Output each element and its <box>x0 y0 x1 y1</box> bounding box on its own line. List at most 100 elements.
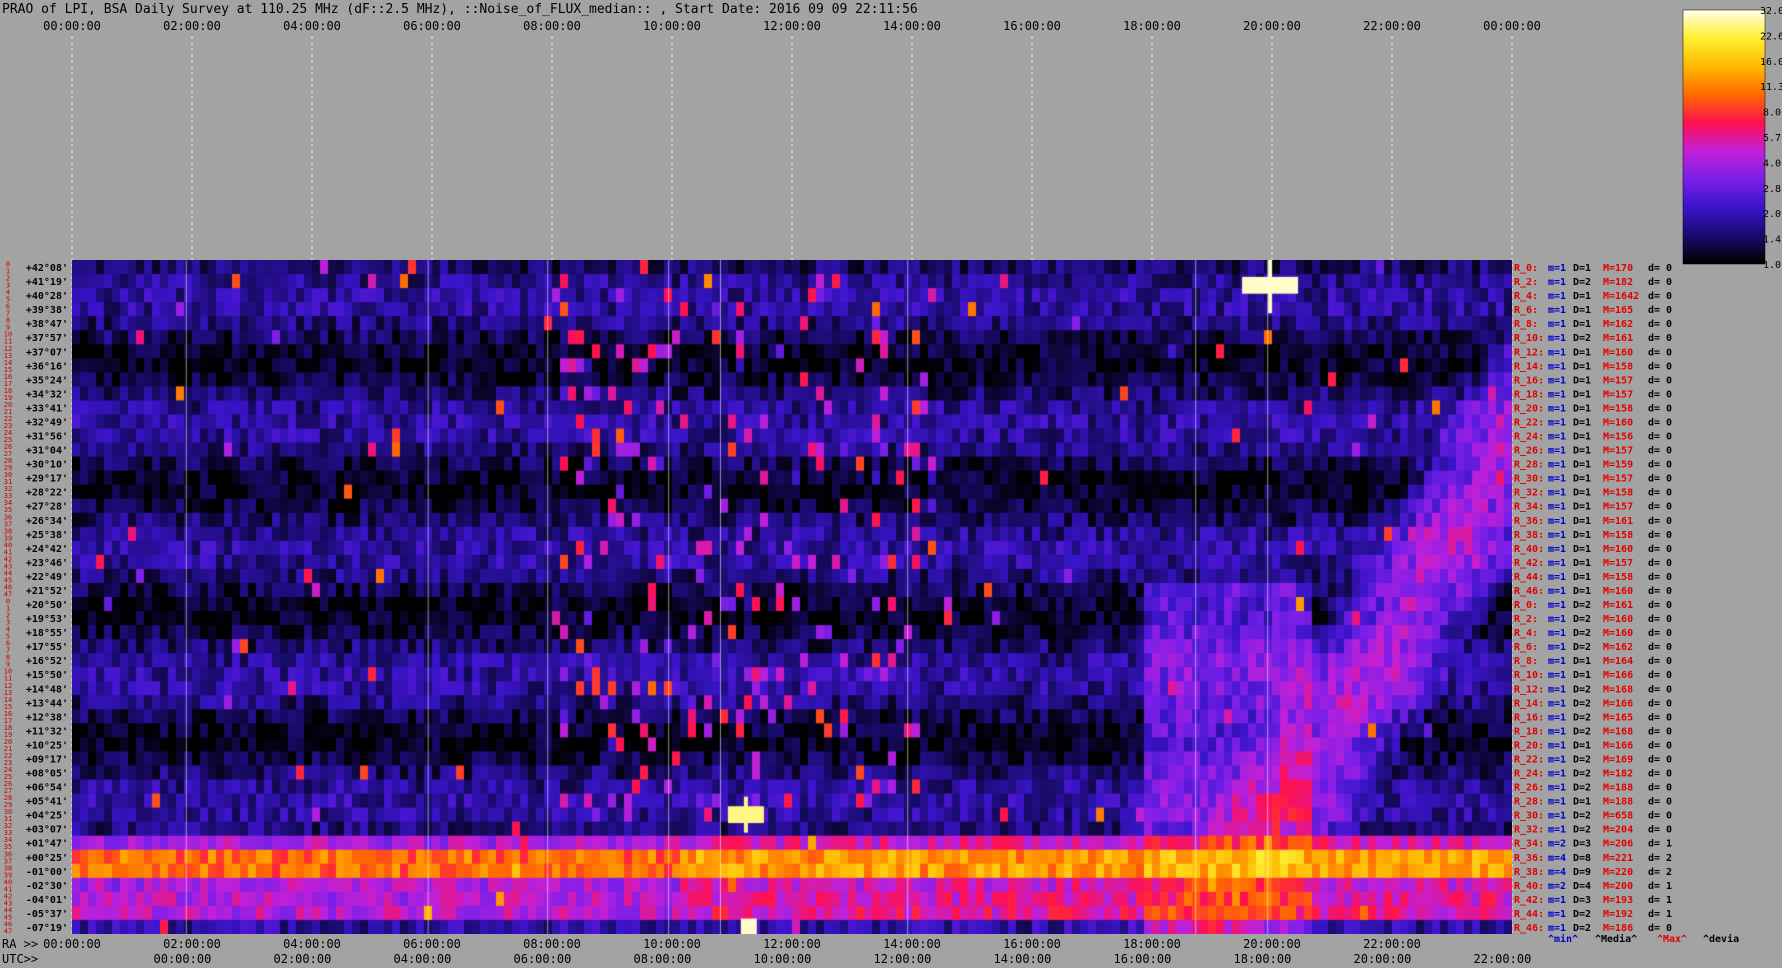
colorbar-tick-label: 22.6 <box>1760 31 1782 42</box>
stat-devia: d= 0 <box>1648 403 1672 414</box>
stat-row-label: R_24: <box>1514 769 1544 780</box>
stat-min: m=1 <box>1548 909 1566 920</box>
stat-devia: d= 0 <box>1648 460 1672 471</box>
stat-devia: d= 0 <box>1648 389 1672 400</box>
stat-min: m=1 <box>1548 460 1566 471</box>
dec-label: +36°16' <box>26 361 68 372</box>
stat-median: D=2 <box>1573 783 1591 794</box>
stat-min: m=1 <box>1548 754 1566 765</box>
stat-max: M=193 <box>1603 895 1633 906</box>
stat-max: M=157 <box>1603 474 1633 485</box>
dec-label: +28°22' <box>26 488 68 499</box>
dec-label: -07°19' <box>26 923 68 934</box>
stat-max: M=166 <box>1603 698 1633 709</box>
dec-label: +14°48' <box>26 684 68 695</box>
stat-row-label: R_46: <box>1514 923 1544 934</box>
ra-tick-label: 02:00:00 <box>163 937 221 951</box>
stat-min: m=1 <box>1548 797 1566 808</box>
stat-median: D=2 <box>1573 712 1591 723</box>
stat-devia: d= 0 <box>1648 277 1672 288</box>
stat-min: m=1 <box>1548 558 1566 569</box>
stat-min: m=1 <box>1548 530 1566 541</box>
stat-devia: d= 0 <box>1648 740 1672 751</box>
stat-max: M=158 <box>1603 488 1633 499</box>
stat-devia: d= 0 <box>1648 432 1672 443</box>
stat-row-label: R_40: <box>1514 544 1544 555</box>
stat-row-label: R_18: <box>1514 389 1544 400</box>
stat-median: D=2 <box>1573 684 1591 695</box>
stat-min: m=1 <box>1548 670 1566 681</box>
dec-label: +34°32' <box>26 389 68 400</box>
ra-tick-label: 00:00:00 <box>43 937 101 951</box>
stat-devia: d= 0 <box>1648 417 1672 428</box>
stat-row-label: R_40: <box>1514 881 1544 892</box>
stat-median: D=1 <box>1573 361 1591 372</box>
dec-label: +10°25' <box>26 740 68 751</box>
stat-devia: d= 0 <box>1648 923 1672 934</box>
colorbar-tick-label: 16.0 <box>1760 57 1782 68</box>
stat-min: m=1 <box>1548 291 1566 302</box>
stat-max: M=188 <box>1603 783 1633 794</box>
colorbar-tick-label: 8.0 <box>1763 108 1781 119</box>
dec-label: +04°25' <box>26 811 68 822</box>
stat-row-label: R_38: <box>1514 530 1544 541</box>
stat-row-label: R_18: <box>1514 726 1544 737</box>
stat-max: M=192 <box>1603 909 1633 920</box>
stat-max: M=158 <box>1603 403 1633 414</box>
dec-label: +22°49' <box>26 572 68 583</box>
stat-min: m=1 <box>1548 783 1566 794</box>
stat-devia: d= 0 <box>1648 698 1672 709</box>
stat-median: D=2 <box>1573 614 1591 625</box>
stat-median: D=1 <box>1573 544 1591 555</box>
stat-median: D=2 <box>1573 769 1591 780</box>
stat-median: D=2 <box>1573 698 1591 709</box>
top-tick-label: 00:00:00 <box>43 19 101 33</box>
stat-median: D=1 <box>1573 572 1591 583</box>
stat-max: M=166 <box>1603 740 1633 751</box>
stat-devia: d= 0 <box>1648 783 1672 794</box>
stat-row-label: R_4: <box>1514 628 1538 639</box>
stat-median: D=1 <box>1573 417 1591 428</box>
stat-row-label: R_38: <box>1514 867 1544 878</box>
heatmap-raster <box>72 260 1512 934</box>
stat-devia: d= 0 <box>1648 361 1672 372</box>
stat-max: M=200 <box>1603 881 1633 892</box>
stat-devia: d= 0 <box>1648 614 1672 625</box>
stat-min: m=1 <box>1548 895 1566 906</box>
ra-tick-label: 04:00:00 <box>283 937 341 951</box>
stat-row-label: R_44: <box>1514 572 1544 583</box>
stat-median: D=1 <box>1573 389 1591 400</box>
stat-row-label: R_26: <box>1514 446 1544 457</box>
stat-row-label: R_0: <box>1514 263 1538 274</box>
dec-label: +09°17' <box>26 754 68 765</box>
stat-max: M=156 <box>1603 432 1633 443</box>
top-tick-label: 08:00:00 <box>523 19 581 33</box>
stat-row-label: R_24: <box>1514 432 1544 443</box>
stat-row-label: R_2: <box>1514 614 1538 625</box>
stat-median: D=1 <box>1573 488 1591 499</box>
dec-label: +13°44' <box>26 698 68 709</box>
stat-min: m=1 <box>1548 305 1566 316</box>
dec-label: -04°01' <box>26 895 68 906</box>
stat-devia: d= 0 <box>1648 291 1672 302</box>
utc-tick-label: 06:00:00 <box>514 952 572 966</box>
dec-label: +18°55' <box>26 628 68 639</box>
stat-min: m=1 <box>1548 698 1566 709</box>
top-tick-label: 02:00:00 <box>163 19 221 33</box>
dec-label: +23°46' <box>26 558 68 569</box>
stat-max: M=165 <box>1603 712 1633 723</box>
stat-median: D=1 <box>1573 403 1591 414</box>
stat-median: D=1 <box>1573 797 1591 808</box>
stat-devia: d= 0 <box>1648 769 1672 780</box>
dec-label: +38°47' <box>26 319 68 330</box>
stat-row-label: R_26: <box>1514 783 1544 794</box>
stat-devia: d= 0 <box>1648 375 1672 386</box>
stat-max: M=160 <box>1603 614 1633 625</box>
stat-row-label: R_36: <box>1514 516 1544 527</box>
top-tick-label: 18:00:00 <box>1123 19 1181 33</box>
dec-label: +42°08' <box>26 263 68 274</box>
dec-label: +29°17' <box>26 474 68 485</box>
stat-median: D=2 <box>1573 754 1591 765</box>
stat-max: M=166 <box>1603 670 1633 681</box>
stat-devia: d= 0 <box>1648 446 1672 457</box>
